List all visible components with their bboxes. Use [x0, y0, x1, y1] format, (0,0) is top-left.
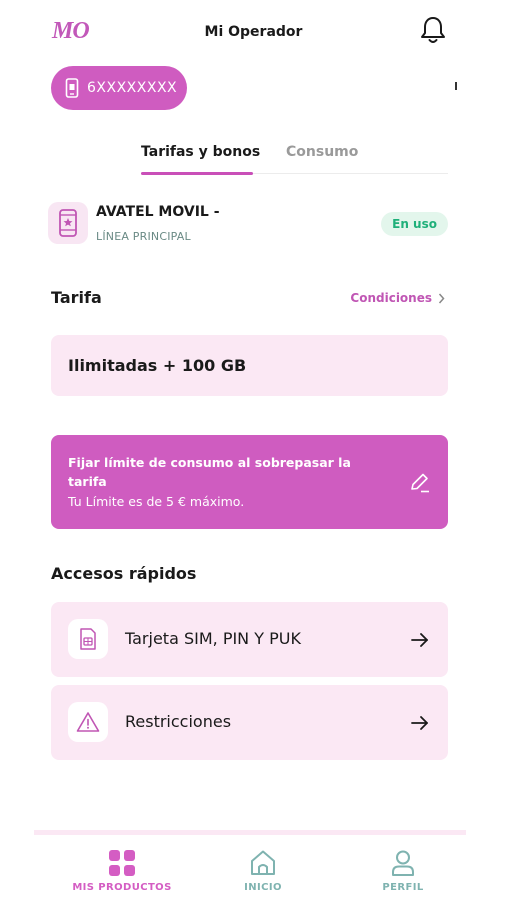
app-header: MO Mi Operador [0, 0, 507, 62]
nav-label-perfil: PERFIL [382, 882, 424, 893]
tab-bar: Tarifas y bonos Consumo [0, 132, 507, 178]
phone-line-selector[interactable]: 6XXXXXXXX [51, 66, 187, 110]
conditions-link[interactable]: Condiciones [350, 291, 445, 305]
tarifa-heading: Tarifa [51, 288, 102, 307]
quick-access-heading: Accesos rápidos [51, 564, 197, 583]
tab-consumo[interactable]: Consumo [286, 144, 358, 160]
tab-divider [253, 173, 448, 174]
active-tab-indicator [141, 172, 253, 175]
phone-number: 6XXXXXXXX [87, 80, 178, 96]
nav-label-inicio: INICIO [244, 882, 282, 893]
phone-icon [65, 78, 79, 98]
nav-perfil[interactable]: PERFIL [338, 848, 468, 893]
edit-pencil-icon[interactable] [408, 471, 432, 495]
arrow-right-icon [410, 630, 430, 650]
nav-mis-productos[interactable]: MIS PRODUCTOS [57, 848, 187, 893]
nav-label-mis-productos: MIS PRODUCTOS [72, 882, 172, 893]
conditions-label: Condiciones [350, 291, 432, 305]
mobile-star-icon [48, 202, 88, 244]
status-badge: En uso [381, 212, 448, 236]
user-icon [392, 850, 414, 876]
quick-access-restrictions-label: Restricciones [125, 712, 232, 731]
arrow-right-icon [410, 713, 430, 733]
warning-icon [68, 702, 108, 742]
nav-inicio[interactable]: INICIO [198, 848, 328, 893]
line-info: AVATEL MOVIL - LÍNEA PRINCIPAL En uso [48, 200, 448, 248]
limit-title: Fijar límite de consumo al sobrepasar la… [68, 455, 351, 489]
sim-card-icon [68, 619, 108, 659]
bottom-nav-divider [34, 830, 466, 835]
consumption-limit-card[interactable]: Fijar límite de consumo al sobrepasar la… [51, 435, 448, 529]
quick-access-restrictions-item[interactable]: Restricciones [51, 685, 448, 760]
chevron-right-icon [438, 293, 445, 303]
line-name: AVATEL MOVIL - [96, 204, 220, 220]
home-icon [251, 850, 275, 875]
line-subtitle: LÍNEA PRINCIPAL [96, 230, 191, 243]
grid-icon [109, 850, 135, 876]
scroll-indicator [455, 82, 457, 90]
plan-card[interactable]: Ilimitadas + 100 GB [51, 335, 448, 396]
notifications-bell-icon[interactable] [419, 15, 447, 45]
quick-access-sim-label: Tarjeta SIM, PIN Y PUK [125, 629, 301, 648]
limit-subtitle: Tu Límite es de 5 € máximo. [68, 494, 245, 509]
quick-access-sim-item[interactable]: Tarjeta SIM, PIN Y PUK [51, 602, 448, 677]
tab-tarifas-bonos[interactable]: Tarifas y bonos [141, 144, 260, 160]
